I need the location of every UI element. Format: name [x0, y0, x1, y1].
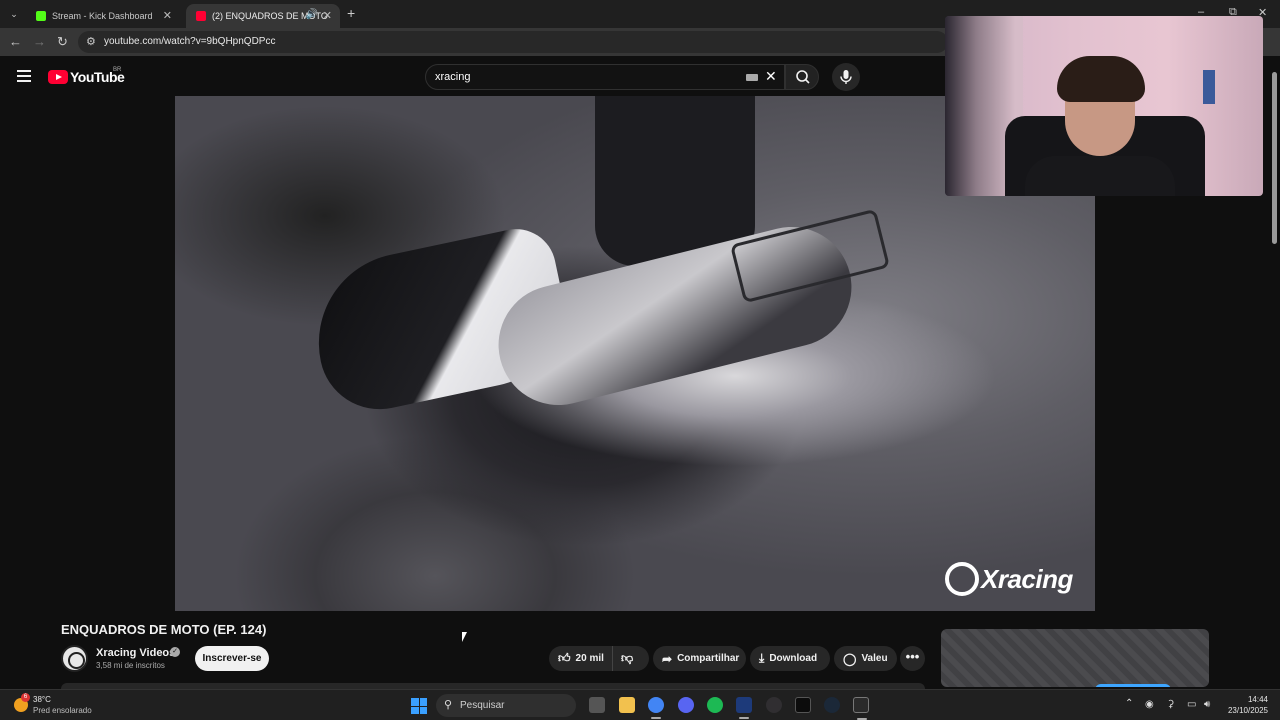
start-button[interactable] [411, 698, 427, 714]
volume-icon[interactable]: 🔊︎ [1204, 699, 1210, 710]
display-icon[interactable]: ▭ [1187, 699, 1196, 710]
channel-avatar[interactable] [61, 645, 88, 672]
clock-time[interactable]: 14:44 [1222, 695, 1268, 704]
like-dislike-group: 👍︎ 20 mil 👎︎ [549, 646, 649, 671]
taskbar: 6 38°C Pred ensolarado ⚲ Pesquisar ⌃ ◉ ⚳… [0, 689, 1280, 720]
thanks-label: Valeu [861, 653, 888, 664]
thanks-button[interactable]: ◯ Valeu [834, 646, 897, 671]
verified-badge-icon: ✓ [170, 647, 180, 657]
youtube-play-icon [48, 70, 68, 84]
steam-icon[interactable] [824, 697, 840, 713]
close-tab-icon[interactable]: ✕ [163, 9, 172, 22]
taskbar-search[interactable]: ⚲ Pesquisar [436, 694, 576, 717]
weather-badge: 6 [21, 693, 30, 702]
webcam-person-shirt [1025, 156, 1175, 196]
url-text[interactable]: youtube.com/watch?v=9bQHpnQDPcc [104, 36, 275, 47]
related-video-card[interactable] [941, 629, 1209, 687]
share-icon: ➦ [662, 651, 673, 666]
temperature[interactable]: 38°C [33, 695, 51, 704]
voice-search-button[interactable] [832, 63, 860, 91]
microphone-tray-icon[interactable]: ⚳ [1167, 699, 1174, 710]
task-view-icon[interactable] [589, 697, 605, 713]
related-card-button[interactable] [1095, 684, 1171, 687]
channel-name[interactable]: Xracing Videos [96, 647, 175, 659]
mouse-cursor-icon [462, 632, 467, 642]
search-button[interactable] [785, 64, 819, 90]
webcam-person-hair [1057, 56, 1145, 102]
more-actions-button[interactable]: ••• [900, 646, 925, 671]
share-button[interactable]: ➦ Compartilhar [653, 646, 746, 671]
app-blue-icon[interactable] [736, 697, 752, 719]
share-label: Compartilhar [677, 653, 740, 664]
reload-icon[interactable]: ↻ [57, 34, 68, 50]
close-tab-icon[interactable]: ✕ [323, 9, 332, 22]
tab-title: Stream - Kick Dashboard [52, 11, 153, 21]
webcam-background-poster [1203, 70, 1215, 104]
youtube-icon [196, 11, 206, 21]
like-button[interactable]: 👍︎ 20 mil [549, 646, 613, 671]
download-label: Download [769, 653, 818, 664]
video-watermark: Xracing [945, 562, 1073, 596]
scrollbar-thumb[interactable] [1272, 72, 1277, 244]
clear-search-icon[interactable]: ✕ [765, 68, 777, 85]
spotify-icon[interactable] [707, 697, 723, 713]
omnibox[interactable]: ⚙ youtube.com/watch?v=9bQHpnQDPcc [78, 31, 948, 53]
discord-icon[interactable] [678, 697, 694, 713]
show-hidden-icons-icon[interactable]: ⌃ [1125, 698, 1133, 709]
back-icon[interactable]: ← [9, 34, 22, 49]
helmet-logo-icon [945, 562, 979, 596]
forward-icon[interactable]: → [33, 34, 46, 49]
video-title: ENQUADROS DE MOTO (EP. 124) [61, 622, 267, 637]
subscriber-count: 3,58 mi de inscritos [96, 661, 165, 670]
watermark-text: Xracing [981, 563, 1073, 594]
youtube-masthead: YouTube BR xracing ✕ [0, 56, 945, 96]
search-icon: ⚲ [444, 699, 453, 711]
like-count: 20 mil [575, 653, 604, 664]
download-button[interactable]: ⤓ Download [750, 646, 830, 671]
terminal-icon[interactable] [795, 697, 811, 713]
tab-youtube-video[interactable]: (2) ENQUADROS DE MOTO 🔊 ✕ [186, 4, 340, 28]
tab-search-icon[interactable]: ⌄ [6, 6, 22, 22]
audio-playing-icon[interactable]: 🔊 [306, 9, 318, 20]
network-icon[interactable]: ◉ [1145, 699, 1154, 710]
site-info-icon[interactable]: ⚙ [86, 35, 96, 48]
new-tab-icon[interactable]: + [347, 5, 355, 21]
super-thanks-icon: ◯ [843, 651, 857, 666]
file-explorer-icon[interactable] [619, 697, 635, 713]
search-box[interactable]: xracing ✕ [425, 64, 785, 90]
thumbs-up-icon: 👍︎ [558, 651, 571, 665]
keyboard-icon[interactable] [746, 74, 758, 81]
microphone-icon [840, 70, 852, 84]
search-input[interactable]: xracing [435, 71, 470, 83]
download-icon: ⤓ [759, 651, 765, 665]
kick-icon [36, 11, 46, 21]
chrome-icon[interactable] [648, 697, 664, 719]
subscribe-button[interactable]: Inscrever-se [195, 646, 269, 671]
epic-games-icon[interactable] [853, 697, 869, 720]
tab-kick-dashboard[interactable]: Stream - Kick Dashboard ✕ [26, 4, 180, 28]
menu-icon[interactable] [17, 70, 31, 82]
obs-icon[interactable] [766, 697, 782, 713]
webcam-overlay [945, 16, 1263, 196]
weather-description[interactable]: Pred ensolarado [33, 706, 92, 715]
clock-date[interactable]: 23/10/2025 [1222, 706, 1268, 715]
taskbar-search-placeholder[interactable]: Pesquisar [460, 700, 504, 711]
dislike-button[interactable]: 👎︎ [621, 651, 633, 666]
search-icon [796, 70, 810, 84]
country-code: BR [113, 67, 122, 73]
